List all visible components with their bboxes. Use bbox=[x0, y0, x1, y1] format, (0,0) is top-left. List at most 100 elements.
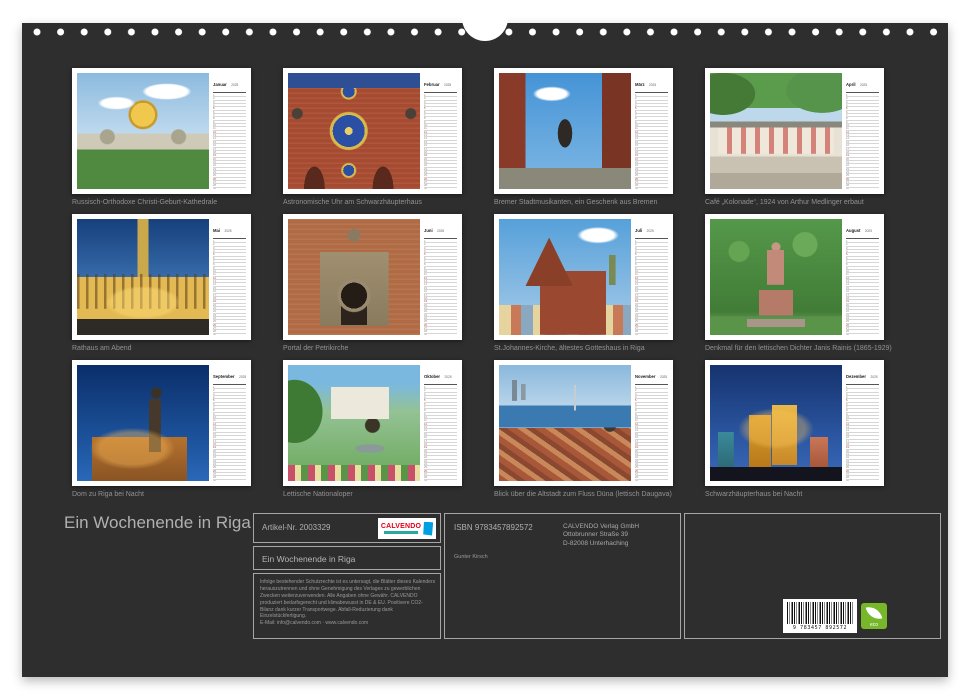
mini-calendar-days: 1.2.3.4.5.6.7.8.9.10.11.12.13.14.15.16.1… bbox=[424, 94, 457, 189]
mini-calendar-header: Januar 2025 bbox=[213, 73, 246, 93]
month-caption: Dom zu Riga bei Nacht bbox=[72, 491, 251, 498]
mini-calendar-days: 1.2.3.4.5.6.7.8.9.10.11.12.13.14.15.16.1… bbox=[424, 240, 457, 335]
month-tile-dezember: Dezember 2025 1.2.3.4.5.6.7.8.9.10.11.12… bbox=[705, 360, 884, 498]
year-label: 2025 bbox=[437, 229, 444, 233]
month-tile-juni: Juni 2025 1.2.3.4.5.6.7.8.9.10.11.12.13.… bbox=[283, 214, 462, 352]
mini-calendar-header: April 2025 bbox=[846, 73, 879, 93]
month-tile-september: September 2025 1.2.3.4.5.6.7.8.9.10.11.1… bbox=[72, 360, 251, 498]
eco-logo: eco bbox=[861, 603, 887, 629]
month-tile-november: November 2025 1.2.3.4.5.6.7.8.9.10.11.12… bbox=[494, 360, 673, 498]
barcode-group: 9 783457 892572 eco bbox=[783, 599, 887, 633]
mini-page: Februar 2025 1.2.3.4.5.6.7.8.9.10.11.12.… bbox=[283, 68, 462, 194]
mini-page: März 2025 1.2.3.4.5.6.7.8.9.10.11.12.13.… bbox=[494, 68, 673, 194]
mini-calendar-header: Juli 2025 bbox=[635, 219, 668, 239]
photo-maerz-bremen-musicians bbox=[499, 73, 631, 189]
mini-calendar: März 2025 1.2.3.4.5.6.7.8.9.10.11.12.13.… bbox=[635, 73, 668, 189]
isbn: ISBN 9783457892572 bbox=[454, 523, 533, 532]
month-grid: Januar 2025 1.2.3.4.5.6.7.8.9.10.11.12.1… bbox=[72, 68, 884, 498]
article-number: Artikel-Nr. 2003329 bbox=[262, 523, 330, 532]
month-caption: Schwarzhäupterhaus bei Nacht bbox=[705, 491, 884, 498]
mini-calendar: September 2025 1.2.3.4.5.6.7.8.9.10.11.1… bbox=[213, 365, 246, 481]
month-caption: Café „Kolonade“, 1924 von Arthur Medling… bbox=[705, 199, 884, 206]
year-label: 2025 bbox=[239, 375, 246, 379]
year-label: 2025 bbox=[444, 83, 451, 87]
mini-calendar-header: Dezember 2025 bbox=[846, 365, 879, 385]
calvendo-page-icon bbox=[423, 522, 433, 536]
article-number-cell: Artikel-Nr. 2003329 CALVENDO bbox=[253, 513, 441, 543]
mini-page: September 2025 1.2.3.4.5.6.7.8.9.10.11.1… bbox=[72, 360, 251, 486]
year-label: 2025 bbox=[860, 83, 867, 87]
mini-page: August 2025 1.2.3.4.5.6.7.8.9.10.11.12.1… bbox=[705, 214, 884, 340]
month-tile-august: August 2025 1.2.3.4.5.6.7.8.9.10.11.12.1… bbox=[705, 214, 884, 352]
calendar-back-sheet: Januar 2025 1.2.3.4.5.6.7.8.9.10.11.12.1… bbox=[22, 23, 948, 677]
calendar-title: Ein Wochenende in Riga bbox=[64, 512, 259, 533]
month-caption: Rathaus am Abend bbox=[72, 345, 251, 352]
mini-calendar: Juli 2025 1.2.3.4.5.6.7.8.9.10.11.12.13.… bbox=[635, 219, 668, 335]
mini-calendar-days: 1.2.3.4.5.6.7.8.9.10.11.12.13.14.15.16.1… bbox=[213, 386, 246, 481]
month-caption: Lettische Nationaloper bbox=[283, 491, 462, 498]
month-caption: Astronomische Uhr am Schwarzhäupterhaus bbox=[283, 199, 462, 206]
product-image: Januar 2025 1.2.3.4.5.6.7.8.9.10.11.12.1… bbox=[0, 0, 971, 700]
month-label: Juli bbox=[635, 228, 642, 233]
mini-calendar: April 2025 1.2.3.4.5.6.7.8.9.10.11.12.13… bbox=[846, 73, 879, 189]
month-caption: Russisch-Orthodoxe Christi-Geburt-Kathed… bbox=[72, 199, 251, 206]
month-tile-april: April 2025 1.2.3.4.5.6.7.8.9.10.11.12.13… bbox=[705, 68, 884, 206]
mini-calendar: Februar 2025 1.2.3.4.5.6.7.8.9.10.11.12.… bbox=[424, 73, 457, 189]
mini-page: Juni 2025 1.2.3.4.5.6.7.8.9.10.11.12.13.… bbox=[283, 214, 462, 340]
publisher-line: Ottobrunner Straße 39 bbox=[563, 531, 639, 539]
month-tile-oktober: Oktober 2025 1.2.3.4.5.6.7.8.9.10.11.12.… bbox=[283, 360, 462, 498]
photo-november-altstadt-duena bbox=[499, 365, 631, 481]
isbn-cell: ISBN 9783457892572 CALVENDO Verlag GmbH … bbox=[444, 513, 681, 639]
mini-page: Januar 2025 1.2.3.4.5.6.7.8.9.10.11.12.1… bbox=[72, 68, 251, 194]
eco-label: eco bbox=[861, 622, 887, 628]
month-label: August bbox=[846, 228, 860, 233]
mini-calendar-header: November 2025 bbox=[635, 365, 668, 385]
publisher-line: CALVENDO Verlag GmbH bbox=[563, 523, 639, 531]
month-tile-februar: Februar 2025 1.2.3.4.5.6.7.8.9.10.11.12.… bbox=[283, 68, 462, 206]
mini-calendar-days: 1.2.3.4.5.6.7.8.9.10.11.12.13.14.15.16.1… bbox=[846, 94, 879, 189]
mini-calendar-days: 1.2.3.4.5.6.7.8.9.10.11.12.13.14.15.16.1… bbox=[635, 94, 668, 189]
mini-page: April 2025 1.2.3.4.5.6.7.8.9.10.11.12.13… bbox=[705, 68, 884, 194]
month-tile-juli: Juli 2025 1.2.3.4.5.6.7.8.9.10.11.12.13.… bbox=[494, 214, 673, 352]
photo-dezember-schwarzhaeupterhaus bbox=[710, 365, 842, 481]
calvendo-wordmark: CALVENDO bbox=[381, 523, 421, 534]
mini-calendar-days: 1.2.3.4.5.6.7.8.9.10.11.12.13.14.15.16.1… bbox=[213, 94, 246, 189]
photo-juni-petrikirche-portal bbox=[288, 219, 420, 335]
mini-calendar: November 2025 1.2.3.4.5.6.7.8.9.10.11.12… bbox=[635, 365, 668, 481]
month-label: Dezember bbox=[846, 374, 866, 379]
year-label: 2025 bbox=[224, 229, 231, 233]
photo-februar-astronomical-clock bbox=[288, 73, 420, 189]
mini-calendar: August 2025 1.2.3.4.5.6.7.8.9.10.11.12.1… bbox=[846, 219, 879, 335]
calvendo-logo: CALVENDO bbox=[378, 518, 436, 539]
mini-calendar-header: September 2025 bbox=[213, 365, 246, 385]
publisher-line: D-82008 Unterhaching bbox=[563, 540, 639, 548]
month-label: April bbox=[846, 82, 856, 87]
mini-calendar-header: Oktober 2025 bbox=[424, 365, 457, 385]
photo-juli-johanneskirche bbox=[499, 219, 631, 335]
publisher-address: CALVENDO Verlag GmbH Ottobrunner Straße … bbox=[563, 523, 639, 548]
month-tile-januar: Januar 2025 1.2.3.4.5.6.7.8.9.10.11.12.1… bbox=[72, 68, 251, 206]
mini-calendar-days: 1.2.3.4.5.6.7.8.9.10.11.12.13.14.15.16.1… bbox=[213, 240, 246, 335]
photo-august-rainis-denkmal bbox=[710, 219, 842, 335]
month-label: Juni bbox=[424, 228, 433, 233]
mini-page: Mai 2025 1.2.3.4.5.6.7.8.9.10.11.12.13.1… bbox=[72, 214, 251, 340]
mini-calendar-header: März 2025 bbox=[635, 73, 668, 93]
photo-april-cafe-kolonade bbox=[710, 73, 842, 189]
month-label: Oktober bbox=[424, 374, 440, 379]
mini-calendar-header: August 2025 bbox=[846, 219, 879, 239]
mini-calendar-days: 1.2.3.4.5.6.7.8.9.10.11.12.13.14.15.16.1… bbox=[846, 240, 879, 335]
photo-januar-cathedral bbox=[77, 73, 209, 189]
legal-text: Infolge bestehender Schutzrechte ist es … bbox=[260, 579, 436, 627]
calvendo-tagline-bar bbox=[384, 531, 418, 534]
month-caption: Denkmal für den lettischen Dichter Janis… bbox=[705, 345, 884, 352]
month-caption: Portal der Petrikirche bbox=[283, 345, 462, 352]
ean-barcode: 9 783457 892572 bbox=[783, 599, 857, 633]
year-label: 2025 bbox=[865, 229, 872, 233]
title-cell: Ein Wochenende in Riga bbox=[253, 546, 441, 570]
calvendo-logo-text: CALVENDO bbox=[381, 523, 421, 530]
year-label: 2025 bbox=[647, 229, 654, 233]
legal-cell: Infolge bestehender Schutzrechte ist es … bbox=[253, 573, 441, 639]
month-label: März bbox=[635, 82, 645, 87]
mini-calendar-days: 1.2.3.4.5.6.7.8.9.10.11.12.13.14.15.16.1… bbox=[635, 386, 668, 481]
month-label: Januar bbox=[213, 82, 227, 87]
